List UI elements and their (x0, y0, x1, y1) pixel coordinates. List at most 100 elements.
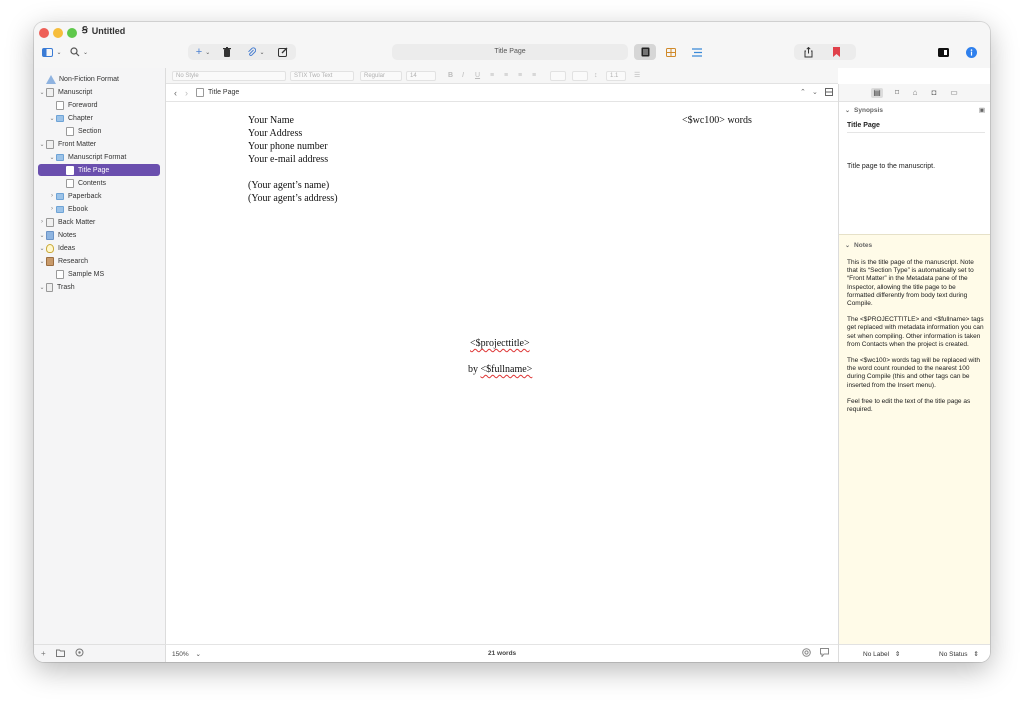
attach-button[interactable]: ⌄ (244, 44, 268, 60)
bold-button[interactable]: B (448, 71, 453, 81)
italic-button[interactable]: I (462, 71, 464, 81)
binder-item-notes[interactable]: ⌄ Notes (38, 229, 160, 241)
chevron-down-icon[interactable]: ⌄ (48, 154, 56, 161)
editor-text-area[interactable]: Your Name Your Address Your phone number… (166, 102, 838, 644)
tab-notes-icon[interactable]: ▤ (871, 88, 883, 98)
zoom-window-button[interactable] (67, 28, 77, 38)
document-view-icon (641, 47, 649, 57)
minimize-window-button[interactable] (53, 28, 63, 38)
chevron-right-icon[interactable]: › (48, 193, 56, 199)
list-format-button[interactable]: ☰ (634, 71, 640, 81)
synopsis-title[interactable]: Title Page (847, 122, 985, 133)
chevron-down-icon: ⌄ (845, 107, 851, 114)
chevron-down-icon[interactable]: ⌄ (48, 115, 56, 122)
binder-item-back-matter[interactable]: › Back Matter (38, 216, 160, 228)
font-weight-select[interactable]: Regular (360, 71, 402, 81)
view-scrivenings-button[interactable] (634, 44, 656, 60)
back-arrow-icon[interactable]: ‹ (174, 88, 177, 98)
font-size-field[interactable]: 14 (406, 71, 436, 81)
editor-header-title[interactable]: Title Page (208, 89, 239, 96)
chevron-right-icon[interactable]: › (48, 206, 56, 212)
binder-item-contents[interactable]: Contents (38, 177, 160, 189)
add-document-button[interactable]: + ⌄ (192, 44, 214, 60)
synopsis-text[interactable]: Title page to the manuscript. (847, 163, 935, 170)
inspector-toggle-button[interactable] (962, 44, 980, 60)
tab-snapshots-icon[interactable]: ◘ (928, 88, 940, 98)
highlight-color-button[interactable] (572, 71, 588, 81)
line-spacing-field[interactable]: 1.1 (606, 71, 626, 81)
notes-text[interactable]: This is the title page of the manuscript… (847, 259, 985, 422)
forward-arrow-icon[interactable]: › (185, 88, 188, 98)
notes-area[interactable]: ⌄ Notes This is the title page of the ma… (839, 234, 990, 644)
chevron-down-icon: ⌄ (195, 651, 201, 658)
align-left-button[interactable]: ≡ (490, 71, 494, 81)
binder-item-manuscript-format[interactable]: ⌄ Manuscript Format (38, 151, 160, 163)
binder-item-manuscript[interactable]: ⌄ Manuscript (38, 86, 160, 98)
close-window-button[interactable] (39, 28, 49, 38)
delete-button[interactable] (220, 44, 234, 60)
binder-item-section[interactable]: Section (38, 125, 160, 137)
inspector-footer: No Label ⇕ No Status ⇕ (839, 644, 990, 662)
front-matter-icon (46, 139, 54, 149)
comment-button[interactable] (820, 648, 829, 659)
status-select[interactable]: No Status ⇕ (939, 650, 979, 658)
chevron-down-icon[interactable]: ⌄ (38, 245, 46, 252)
quick-reference-button[interactable] (934, 44, 952, 60)
text-color-button[interactable] (550, 71, 566, 81)
binder-item-foreword[interactable]: Foreword (38, 99, 160, 111)
zoom-select[interactable]: 150% ⌄ (172, 650, 201, 658)
search-button[interactable]: ⌄ (68, 44, 90, 60)
split-editor-button[interactable] (825, 88, 833, 98)
binder-item-title-page[interactable]: Title Page (38, 164, 160, 176)
next-document-button[interactable]: ⌄ (812, 88, 818, 96)
folder-icon (56, 192, 64, 200)
split-icon (825, 88, 833, 96)
settings-menu-button[interactable] (75, 648, 84, 659)
binder-item-paperback[interactable]: › Paperback (38, 190, 160, 202)
synopsis-header[interactable]: ⌄ Synopsis ▣ (839, 104, 990, 116)
binder-item-ideas[interactable]: ⌄ Ideas (38, 242, 160, 254)
binder-item-ebook[interactable]: › Ebook (38, 203, 160, 215)
share-button[interactable] (800, 44, 816, 60)
gear-icon (75, 648, 84, 657)
binder-item-front-matter[interactable]: ⌄ Front Matter (38, 138, 160, 150)
binder-item-research[interactable]: ⌄ Research (38, 255, 160, 267)
binder-item-chapter[interactable]: ⌄ Chapter (38, 112, 160, 124)
style-select[interactable]: No Style (172, 71, 286, 81)
font-family-select[interactable]: STIX Two Text (290, 71, 354, 81)
chevron-down-icon[interactable]: ⌄ (38, 141, 46, 148)
chevron-down-icon[interactable]: ⌄ (38, 89, 46, 96)
binder-item-non-fiction-format[interactable]: Non-Fiction Format (38, 73, 160, 85)
chevron-down-icon[interactable]: ⌄ (38, 284, 46, 291)
label-select[interactable]: No Label ⇕ (863, 650, 900, 658)
tab-bookmarks-icon[interactable]: ⌑ (891, 88, 903, 98)
tab-comments-icon[interactable]: ▭ (948, 88, 960, 98)
image-toggle-icon[interactable]: ▣ (979, 106, 985, 114)
binder-item-trash[interactable]: ⌄ Trash (38, 281, 160, 293)
document-icon (66, 126, 74, 136)
tab-metadata-icon[interactable]: ⌂ (909, 88, 921, 98)
align-right-button[interactable]: ≡ (518, 71, 522, 81)
sidebar-toggle-button[interactable]: ⌄ (42, 44, 62, 60)
view-corkboard-button[interactable] (660, 44, 682, 60)
add-item-button[interactable]: + (41, 649, 46, 658)
compose-button[interactable] (276, 44, 290, 60)
align-center-button[interactable]: ≡ (504, 71, 508, 81)
underline-button[interactable]: U (475, 71, 480, 81)
editor-header: ‹ › Title Page ⌃ ⌄ (166, 84, 838, 102)
text-your-phone: Your phone number (248, 141, 328, 152)
target-button[interactable] (802, 648, 811, 659)
justify-button[interactable]: ≡ (532, 71, 536, 81)
word-count[interactable]: 21 words (488, 650, 516, 657)
notes-header[interactable]: ⌄ Notes (839, 239, 990, 251)
title-bar: Ꞩ Untitled ⌄ ⌄ + ⌄ ⌄ Title Page (34, 22, 990, 68)
add-folder-button[interactable] (55, 649, 65, 659)
chevron-right-icon[interactable]: › (38, 219, 46, 225)
bookmark-button[interactable] (828, 44, 844, 60)
previous-document-button[interactable]: ⌃ (800, 88, 806, 96)
chevron-down-icon[interactable]: ⌄ (38, 232, 46, 239)
chevron-down-icon[interactable]: ⌄ (38, 258, 46, 265)
binder-item-sample-ms[interactable]: Sample MS (38, 268, 160, 280)
document-icon (196, 88, 204, 97)
view-outline-button[interactable] (686, 44, 708, 60)
